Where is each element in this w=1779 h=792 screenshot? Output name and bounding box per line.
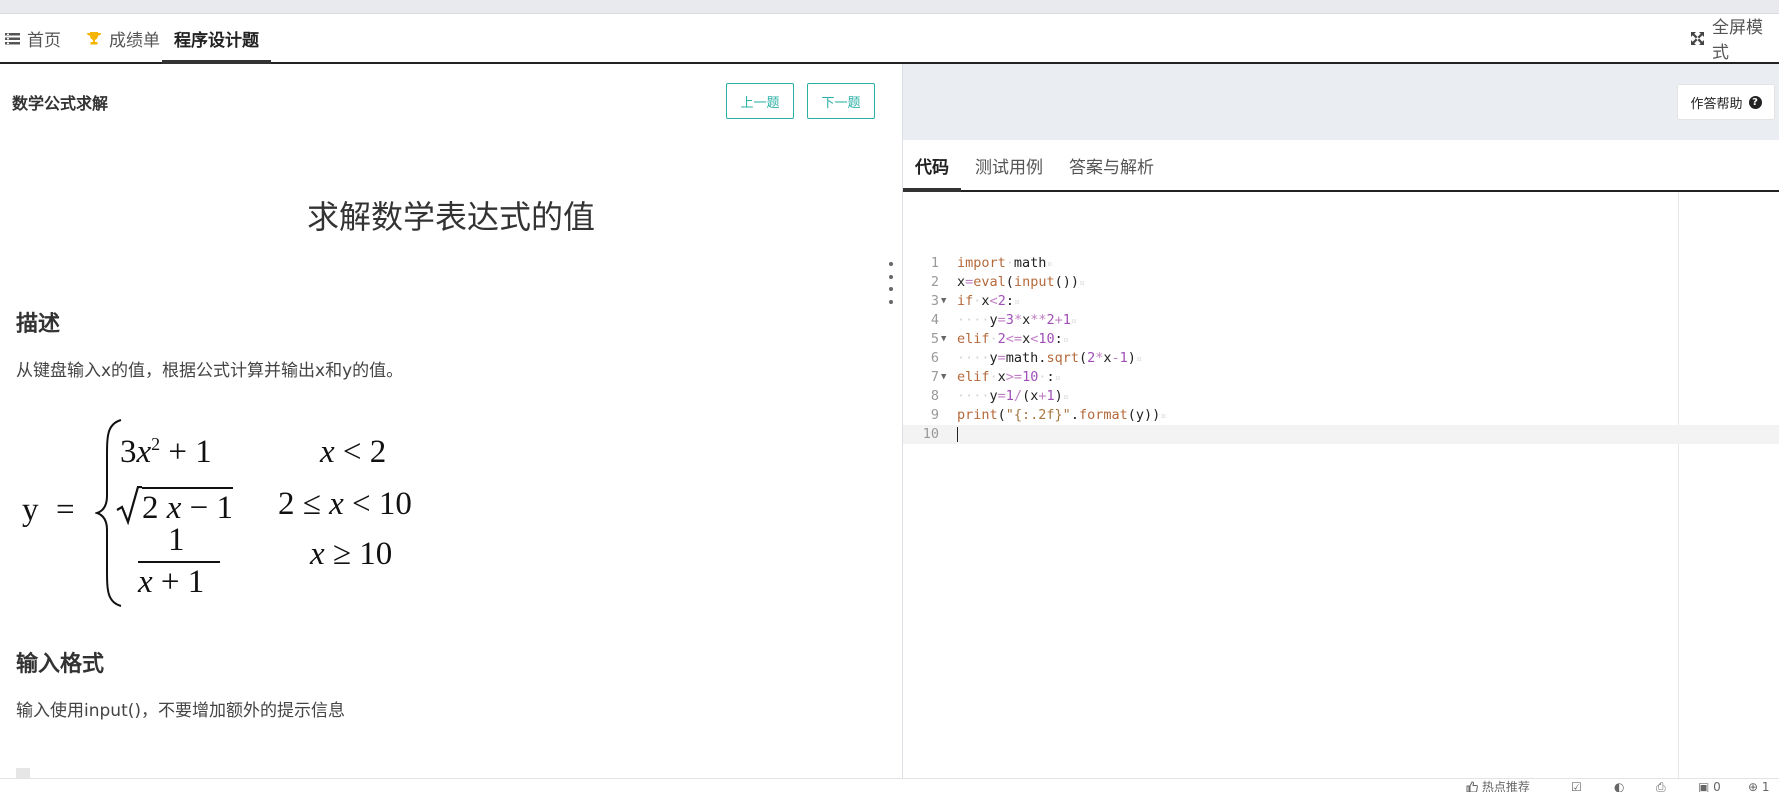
code-line[interactable]: 7 ▼ elif·x>=10·:¤ bbox=[903, 368, 1779, 387]
next-question-button[interactable]: 下一题 bbox=[807, 83, 875, 119]
status-count-b[interactable]: ⊕ 1 bbox=[1748, 779, 1770, 792]
formula-lhs: y bbox=[22, 492, 39, 528]
nav-transcript[interactable]: 成绩单 bbox=[86, 14, 160, 62]
formula-row2-expr: 2 x − 1 bbox=[116, 485, 234, 527]
formula-row2-cond: 2 ≤ x < 10 bbox=[278, 486, 412, 522]
question-panel: 数学公式求解 上一题 下一题 求解数学表达式的值 描述 从键盘输入x的值，根据公… bbox=[0, 64, 902, 791]
line-number: 10 bbox=[922, 426, 939, 442]
code-line[interactable]: 9 print("{:.2f}".format(y))¤ bbox=[903, 406, 1779, 425]
answer-panel-header: 作答帮助 ? bbox=[903, 64, 1779, 140]
tab-test-cases[interactable]: 测试用例 bbox=[975, 140, 1043, 190]
code-editor[interactable]: 1 import·math¤ 2 x=eval(input())¤ 3 ▼ if… bbox=[903, 192, 1779, 791]
nav-home[interactable]: 首页 bbox=[5, 14, 61, 62]
code-line[interactable]: 6 ····y=math.sqrt(2*x-1)¤ bbox=[903, 349, 1779, 368]
line-number: 6 bbox=[930, 350, 939, 366]
status-count-a[interactable]: ▣ 0 bbox=[1698, 779, 1721, 792]
shield-icon[interactable]: ◐ bbox=[1614, 779, 1624, 792]
help-button[interactable]: 作答帮助 ? bbox=[1677, 84, 1775, 120]
top-navbar: 首页 成绩单 程序设计题 全屏模式 bbox=[0, 14, 1779, 64]
nav-programming[interactable]: 程序设计题 bbox=[162, 14, 271, 64]
nav-transcript-label: 成绩单 bbox=[109, 30, 160, 51]
prev-question-button[interactable]: 上一题 bbox=[726, 83, 794, 119]
formula-equals: = bbox=[56, 492, 75, 528]
fullscreen-button[interactable]: 全屏模式 bbox=[1690, 14, 1779, 63]
fold-arrow-icon[interactable]: ▼ bbox=[941, 330, 946, 349]
copy-icon: ▣ bbox=[1698, 780, 1710, 792]
problem-title: 求解数学表达式的值 bbox=[306, 198, 595, 236]
home-list-icon bbox=[5, 32, 20, 45]
description-heading: 描述 bbox=[16, 312, 61, 337]
code-text: ····y=math.sqrt(2*x-1)¤ bbox=[957, 350, 1142, 366]
code-line[interactable]: 2 x=eval(input())¤ bbox=[903, 273, 1779, 292]
browser-top-strip bbox=[0, 0, 1779, 14]
description-text: 从键盘输入x的值，根据公式计算并输出x和y的值。 bbox=[16, 361, 404, 381]
status-bar: 热点推荐 ☑ ◐ ⎙ ▣ 0 ⊕ 1 bbox=[0, 778, 1779, 792]
input-format-heading: 输入格式 bbox=[16, 652, 105, 677]
code-text: ····y=3*x**2+1¤ bbox=[957, 312, 1077, 328]
nav-home-label: 首页 bbox=[27, 30, 61, 51]
formula-row1-expr: 3x2 + 1 bbox=[120, 434, 212, 470]
code-text: elif·2<=x<10:¤ bbox=[957, 331, 1069, 347]
printer-icon[interactable]: ⎙ bbox=[1656, 779, 1666, 792]
code-line[interactable]: 3 ▼ if·x<2:¤ bbox=[903, 292, 1779, 311]
line-number: 2 bbox=[930, 274, 939, 290]
text-cursor bbox=[957, 427, 958, 442]
fold-arrow-icon[interactable]: ▼ bbox=[941, 292, 946, 311]
formula-row1-cond: x < 2 bbox=[320, 434, 387, 470]
formula-fraction-bar bbox=[138, 561, 220, 563]
formula-row3-denominator: x + 1 bbox=[138, 564, 205, 600]
plus-circle-icon: ⊕ bbox=[1748, 780, 1759, 792]
line-number: 3 bbox=[930, 293, 939, 309]
code-text: elif·x>=10·:¤ bbox=[957, 369, 1061, 385]
code-text: if·x<2:¤ bbox=[957, 293, 1020, 309]
check-icon[interactable]: ☑ bbox=[1571, 779, 1582, 792]
code-line[interactable]: 4 ····y=3*x**2+1¤ bbox=[903, 311, 1779, 330]
hot-recommend[interactable]: 热点推荐 bbox=[1466, 779, 1530, 792]
editor-tabs: 代码 测试用例 答案与解析 bbox=[903, 140, 1779, 192]
code-text: ····y=1/(x+1)¤ bbox=[957, 388, 1069, 404]
fullscreen-label: 全屏模式 bbox=[1712, 18, 1763, 63]
line-number: 8 bbox=[930, 388, 939, 404]
thumbs-up-icon bbox=[1466, 781, 1478, 792]
answer-panel: 作答帮助 ? 代码 测试用例 答案与解析 1 import·math¤ 2 x=… bbox=[903, 64, 1779, 791]
code-text: print("{:.2f}".format(y))¤ bbox=[957, 407, 1167, 423]
line-number: 7 bbox=[930, 369, 939, 385]
help-label: 作答帮助 bbox=[1690, 96, 1743, 112]
code-line-current[interactable]: 10 bbox=[903, 425, 1779, 444]
code-text: x=eval(input())¤ bbox=[957, 274, 1085, 290]
tab-code[interactable]: 代码 bbox=[903, 140, 961, 192]
resize-handle[interactable] bbox=[888, 262, 894, 304]
expand-icon bbox=[1690, 31, 1705, 46]
line-number: 9 bbox=[930, 407, 939, 423]
formula-row3-numerator: 1 bbox=[168, 522, 185, 558]
input-format-text: 输入使用input()，不要增加额外的提示信息 bbox=[16, 701, 345, 721]
tab-answer-analysis[interactable]: 答案与解析 bbox=[1069, 140, 1154, 190]
fold-arrow-icon[interactable]: ▼ bbox=[941, 368, 946, 387]
trophy-icon bbox=[86, 31, 102, 46]
code-line[interactable]: 5 ▼ elif·2<=x<10:¤ bbox=[903, 330, 1779, 349]
line-number: 5 bbox=[930, 331, 939, 347]
code-line[interactable]: 8 ····y=1/(x+1)¤ bbox=[903, 387, 1779, 406]
question-circle-icon: ? bbox=[1748, 95, 1762, 109]
formula-row3-cond: x ≥ 10 bbox=[310, 536, 393, 572]
nav-programming-label: 程序设计题 bbox=[174, 30, 259, 51]
code-text: import·math¤ bbox=[957, 255, 1053, 271]
code-line[interactable]: 1 import·math¤ bbox=[903, 254, 1779, 273]
piecewise-formula: y = 3x2 + 1 x < 2 2 x − 1 2 ≤ x < 10 1 x… bbox=[20, 404, 460, 684]
line-number: 4 bbox=[930, 312, 939, 328]
hot-recommend-label: 热点推荐 bbox=[1481, 780, 1530, 792]
line-number: 1 bbox=[930, 255, 939, 271]
question-title: 数学公式求解 bbox=[12, 94, 109, 113]
